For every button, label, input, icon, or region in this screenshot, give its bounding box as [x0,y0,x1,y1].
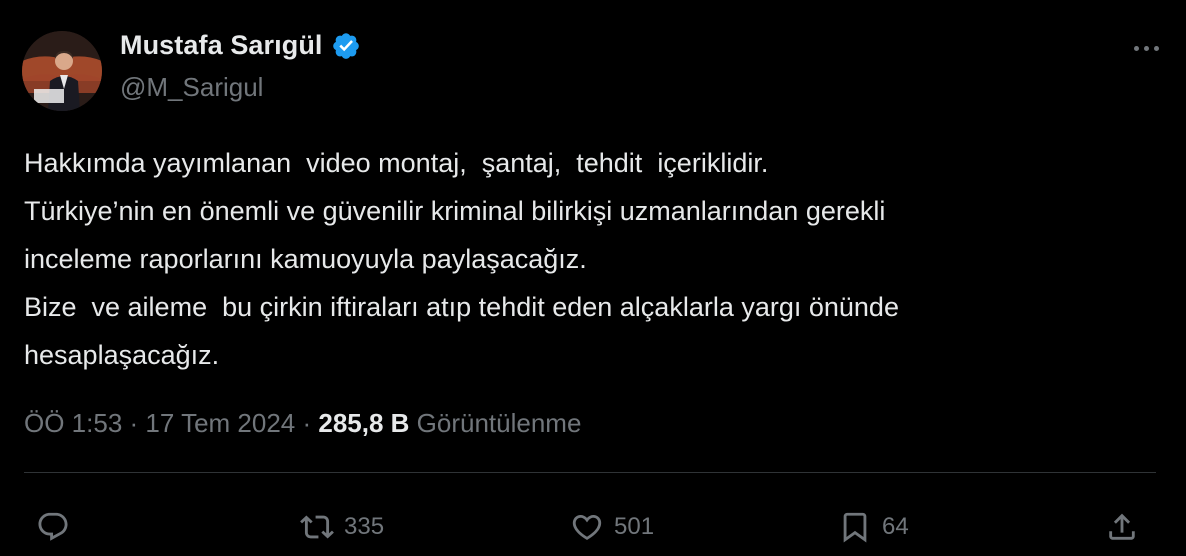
tweet-text-line: hesaplaşacağız. [24,340,220,370]
tweet-text-line: Hakkımda yayımlanan video montaj, şantaj… [24,148,769,178]
more-dot [1133,45,1139,51]
like-count: 501 [614,513,655,540]
tweet-text-line: Bize ve aileme bu çirkin iftiraları atıp… [24,292,899,322]
meta-separator: · [295,408,319,438]
tweet-time[interactable]: ÖÖ 1:53 [24,408,122,439]
more-options-icon[interactable] [1128,36,1164,60]
tweet-text-line: inceleme raporlarını kamuoyuyla paylaşac… [24,244,587,274]
more-dot [1143,45,1149,51]
divider [24,472,1156,473]
bookmark-button[interactable]: 64 [838,504,909,550]
action-bar: 335 501 64 [0,504,1186,550]
reply-icon [38,512,68,541]
author-display-name[interactable]: Mustafa Sarıgül [120,30,323,61]
bookmark-icon [843,512,867,543]
retweet-count: 335 [344,513,385,540]
reply-button[interactable] [36,504,70,550]
tweet-text-line: Türkiye’nin en önemli ve güvenilir krimi… [24,196,886,226]
like-button[interactable]: 501 [570,504,654,550]
more-dot [1153,45,1159,51]
verified-badge-icon[interactable] [331,31,361,61]
bookmark-count: 64 [882,513,909,540]
tweet-card: Mustafa Sarıgül @M_Sarigul Hakkımda yayı… [0,0,1186,556]
tweet-date[interactable]: 17 Tem 2024 [145,408,295,439]
retweet-icon [300,515,334,539]
avatar-image [22,31,102,111]
share-button[interactable] [1105,504,1139,550]
share-icon [1109,513,1135,540]
heart-icon [572,514,602,540]
author-handle[interactable]: @M_Sarigul [120,72,263,103]
views-label: Görüntülenme [409,408,582,438]
meta-separator: · [122,408,146,438]
author-name-row: Mustafa Sarıgül [120,30,361,61]
retweet-button[interactable]: 335 [300,504,384,550]
tweet-text: Hakkımda yayımlanan video montaj, şantaj… [24,139,1164,379]
avatar[interactable] [22,31,102,111]
views-count[interactable]: 285,8 B [318,408,409,439]
tweet-meta: ÖÖ 1:53 · 17 Tem 2024 · 285,8 B Görüntül… [24,408,581,439]
